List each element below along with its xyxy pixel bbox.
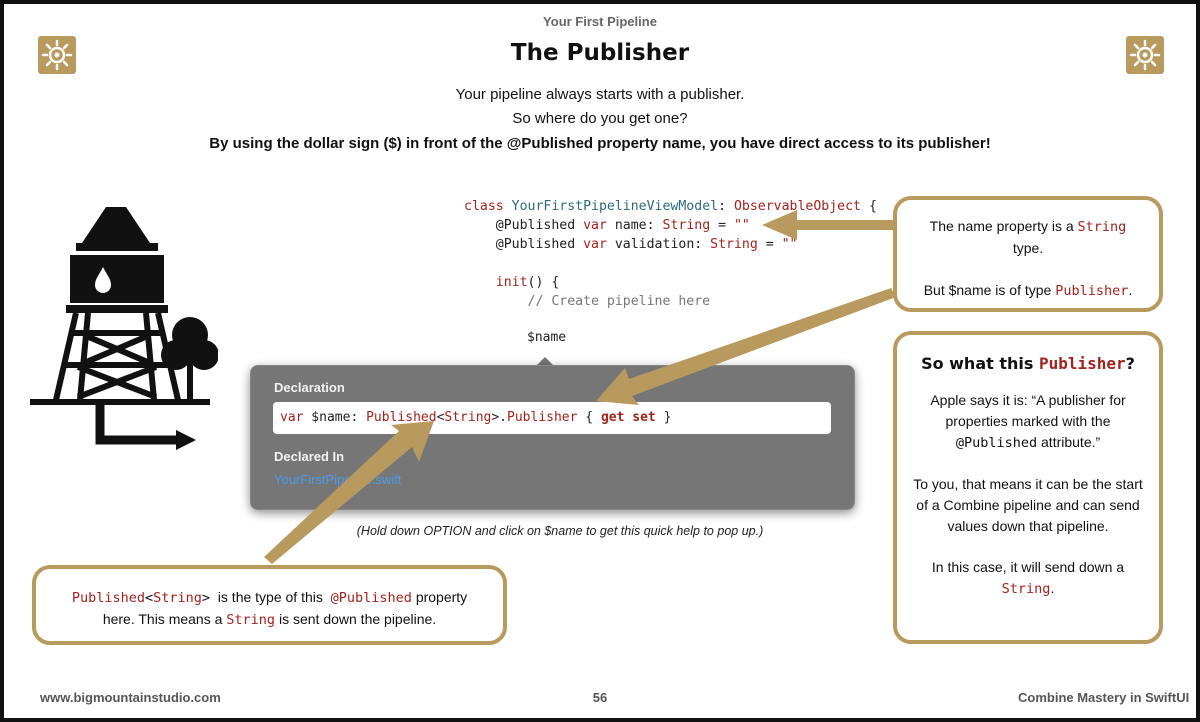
page-title: The Publisher xyxy=(510,40,690,66)
code-snippet: class YourFirstPipelineViewModel: Observ… xyxy=(464,197,877,311)
callout-code: @Published xyxy=(330,590,412,606)
callout-text: The name property is a xyxy=(929,218,1078,234)
code-comment: // Create pipeline here xyxy=(464,294,711,309)
code-token: String xyxy=(444,410,492,425)
callout-code: < xyxy=(144,590,154,606)
callout-text: is sent down the pipeline. xyxy=(275,611,437,627)
intro-line-2: So where do you get one? xyxy=(512,110,688,127)
declaration-box: var $name: Published<String>.Publisher {… xyxy=(273,402,831,434)
callout-paragraph: To you, that means it can be the start o… xyxy=(913,476,1143,534)
water-tower-illustration xyxy=(28,205,219,455)
callout-what-publisher: So what this Publisher? Apple says it is… xyxy=(893,331,1163,644)
callout-text: Apple says it is: “A publisher for prope… xyxy=(930,392,1126,429)
code-token: var xyxy=(280,410,304,425)
callout-code: String xyxy=(1077,219,1127,235)
intro-line-1: Your pipeline always starts with a publi… xyxy=(455,86,745,103)
callout-code: @Published xyxy=(955,435,1038,451)
code-token: ObservableObject xyxy=(733,199,862,214)
callout-text: So what this xyxy=(921,354,1039,373)
code-token: { xyxy=(577,410,601,425)
code-token: class xyxy=(464,199,512,214)
code-token: String xyxy=(662,218,711,233)
code-token: >. xyxy=(491,410,508,425)
code-token: } xyxy=(655,410,672,425)
code-token: () { xyxy=(527,275,560,290)
chapter-title: Your First Pipeline xyxy=(543,14,657,29)
code-token: get xyxy=(600,410,625,425)
callout-text: property xyxy=(411,589,468,605)
code-token: $name: xyxy=(303,410,367,425)
intro-line-3: By using the dollar sign ($) in front of… xyxy=(209,135,991,152)
callout-published-type: Published<String> is the type of this @P… xyxy=(32,565,507,645)
code-token: "" xyxy=(733,218,750,233)
callout-text: attribute.” xyxy=(1037,434,1101,450)
code-token: @Published xyxy=(464,218,584,233)
code-token: var xyxy=(583,237,607,252)
callout-line: But $name is of type Publisher. xyxy=(897,280,1159,302)
code-token: var xyxy=(583,218,607,233)
callout-line: Published<String> is the type of this @P… xyxy=(36,587,503,609)
declaration-label: Declaration xyxy=(274,380,345,395)
declared-in-label: Declared In xyxy=(274,449,345,464)
callout-heading: So what this Publisher? xyxy=(913,353,1143,374)
code-token: = xyxy=(710,218,734,233)
callout-line: The name property is a String xyxy=(897,216,1159,238)
quick-help-popup: Declaration var $name: Published<String>… xyxy=(250,365,855,510)
callout-code: String xyxy=(153,590,202,606)
callout-string-type: The name property is a String type. But … xyxy=(893,196,1163,312)
code-token: = xyxy=(757,237,782,252)
symbol-tag[interactable]: $name xyxy=(527,330,566,345)
code-token: YourFirstPipelineViewModel xyxy=(511,199,719,214)
code-token: set xyxy=(632,410,656,425)
code-token: "" xyxy=(781,237,798,252)
callout-line: type. xyxy=(1012,240,1044,256)
code-token: Publisher xyxy=(507,410,578,425)
callout-code: Published xyxy=(71,590,145,606)
code-token: { xyxy=(861,199,877,214)
callout-code: String xyxy=(226,612,276,628)
code-token: String xyxy=(710,237,758,252)
callout-code: > xyxy=(201,590,211,606)
callout-text: . xyxy=(1128,282,1133,298)
callout-code: Publisher xyxy=(1055,283,1129,299)
callout-text: But $name is of type xyxy=(923,282,1056,298)
code-token: @Published xyxy=(464,237,584,252)
code-token: name: xyxy=(606,218,663,233)
callout-paragraph: Apple says it is: “A publisher for prope… xyxy=(913,390,1143,454)
code-token: init xyxy=(464,275,528,290)
footer-book-title: Combine Mastery in SwiftUI xyxy=(1018,690,1190,705)
source-file-link[interactable]: YourFirstPipeline.swift xyxy=(274,472,401,487)
callout-text: here. This means a xyxy=(102,611,227,627)
code-token: : xyxy=(718,199,734,214)
callout-text: . xyxy=(1050,580,1055,596)
callout-paragraph: In this case, it will send down a String… xyxy=(913,557,1143,600)
callout-text: In this case, it will send down a xyxy=(931,559,1125,575)
callout-code: Publisher xyxy=(1038,354,1126,373)
code-token: Published xyxy=(366,410,437,425)
callout-text: ? xyxy=(1125,354,1135,373)
code-token: validation: xyxy=(606,237,711,252)
callout-code: String xyxy=(1001,581,1051,597)
callout-line: here. This means a String is sent down t… xyxy=(36,609,503,631)
callout-text: is the type of this xyxy=(210,589,331,605)
